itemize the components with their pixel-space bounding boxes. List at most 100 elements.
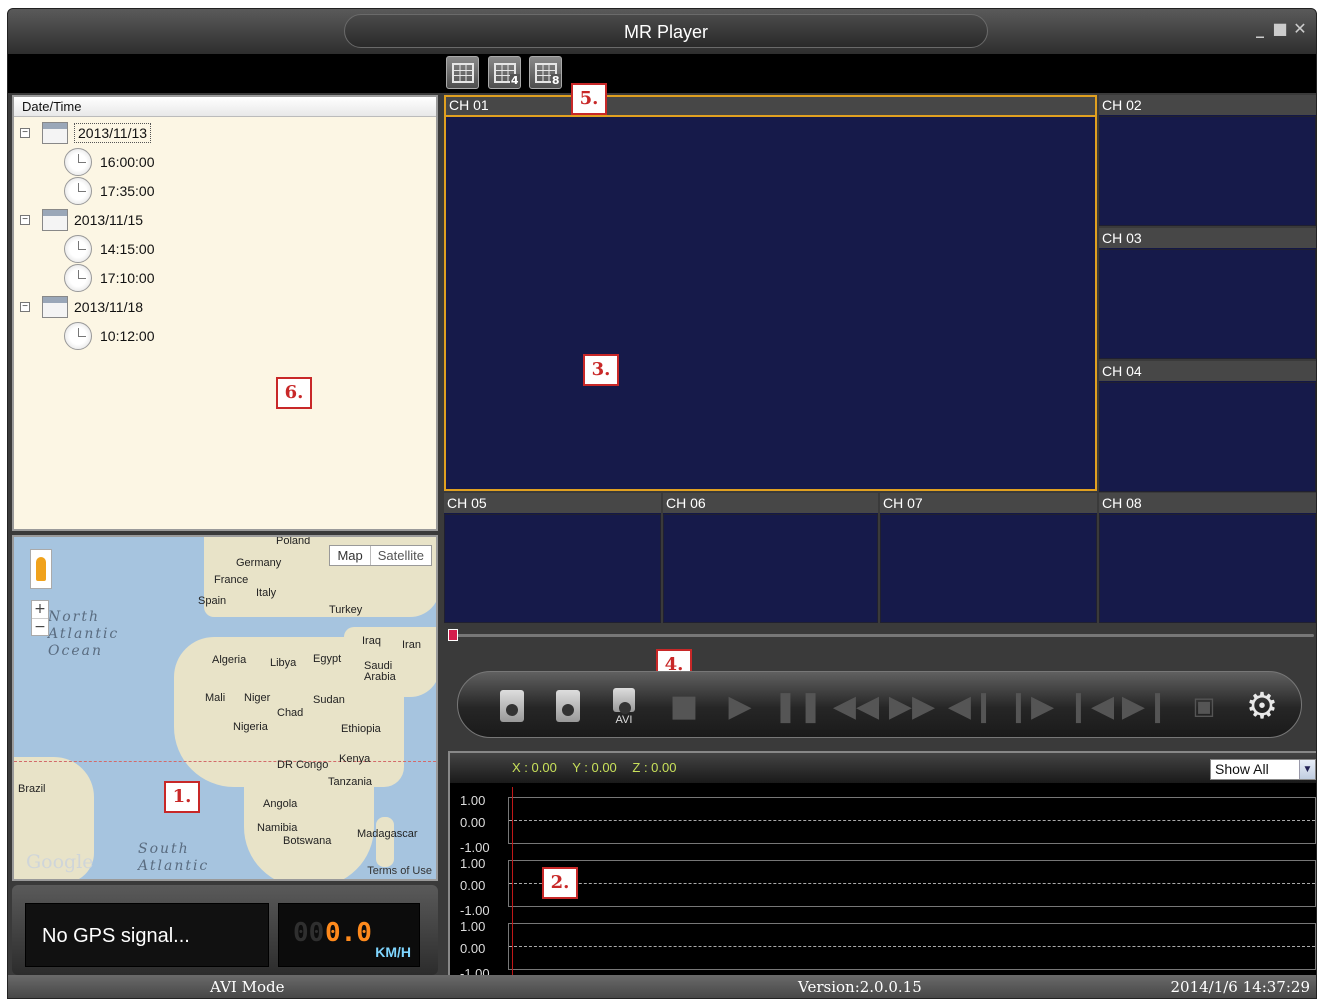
video-view[interactable] (444, 514, 661, 623)
hard-disk-icon (500, 690, 524, 722)
window-title: MR Player (344, 14, 988, 48)
video-view[interactable] (1099, 514, 1316, 623)
ocean-label: North Atlantic Ocean (48, 609, 120, 659)
collapse-icon[interactable]: − (20, 128, 30, 138)
open-disk-button[interactable] (492, 684, 532, 728)
video-view[interactable] (663, 514, 878, 623)
video-view[interactable] (1099, 249, 1316, 359)
channel-8[interactable]: CH 08 (1099, 493, 1316, 623)
video-grid: CH 01 3. CH 02 CH 03 CH 04 CH 05 CH 06 C… (444, 95, 1316, 625)
calendar-icon (42, 209, 68, 231)
channel-4[interactable]: CH 04 (1099, 361, 1316, 492)
map-label: Mali (205, 692, 226, 704)
channel-5[interactable]: CH 05 (444, 493, 661, 623)
layout-toolbar: 4 8 (8, 54, 1316, 93)
pause-icon: ❚❚ (772, 688, 824, 724)
map-button[interactable]: Map (330, 546, 369, 565)
map-label: Algeria (212, 654, 247, 666)
axis-filter-select[interactable]: Show All ▼ (1210, 759, 1316, 780)
fast-forward-button[interactable]: ▶▶ (889, 684, 935, 728)
step-back-icon: ◀❙ (947, 688, 997, 724)
grid-4-icon: 4 (493, 62, 520, 87)
channel-label: CH 08 (1099, 493, 1316, 513)
maximize-icon[interactable]: ■ (1272, 21, 1288, 37)
satellite-button[interactable]: Satellite (369, 546, 431, 565)
equator-line (14, 761, 436, 762)
map-label: Brazil (18, 783, 46, 795)
rewind-button[interactable]: ◀◀ (833, 684, 879, 728)
tree-date-item[interactable]: − 2013/11/15 (20, 206, 143, 234)
time-cursor[interactable] (512, 787, 513, 976)
zoom-in-button[interactable]: + (32, 601, 48, 618)
callout-2: 2. (542, 867, 578, 899)
seek-track[interactable] (452, 634, 1314, 637)
collapse-icon[interactable]: − (20, 302, 30, 312)
layout-4-button[interactable]: 4 (488, 56, 521, 89)
channel-2[interactable]: CH 02 (1099, 95, 1316, 226)
clock-icon (64, 235, 92, 263)
video-view[interactable] (880, 514, 1097, 623)
tree-time-item[interactable]: 14:15:00 (64, 235, 155, 263)
street-view-pegman-icon[interactable] (30, 549, 52, 589)
tree-time-label: 17:10:00 (100, 270, 155, 286)
channel-3[interactable]: CH 03 (1099, 228, 1316, 359)
stop-button[interactable]: ■ (664, 684, 704, 728)
tree-time-label: 14:15:00 (100, 241, 155, 257)
zero-line (509, 820, 1315, 821)
step-back-button[interactable]: ◀❙ (948, 684, 996, 728)
minimize-icon[interactable]: _ (1252, 21, 1268, 37)
convert-avi-button[interactable]: AVI (604, 684, 644, 728)
speedometer: 00 0.0 KM/H (278, 903, 420, 967)
next-button[interactable]: ▶❙ (1122, 684, 1170, 728)
close-icon[interactable]: ✕ (1292, 21, 1308, 37)
tree-time-item[interactable]: 17:10:00 (64, 264, 155, 292)
tree-date-item[interactable]: − 2013/11/18 (20, 293, 143, 321)
map-label: Sudan (313, 694, 345, 706)
previous-button[interactable]: ❙◀ (1066, 684, 1114, 728)
y-axis-label: 1.00 (460, 856, 486, 871)
seek-thumb[interactable] (448, 629, 458, 641)
plot-area (508, 860, 1316, 907)
speed-dim-digits: 00 (293, 918, 325, 948)
channel-7[interactable]: CH 07 (880, 493, 1097, 623)
pause-button[interactable]: ❚❚ (773, 684, 823, 728)
step-forward-button[interactable]: ❙▶ (1006, 684, 1054, 728)
map-view[interactable]: Poland Germany France Italy Spain Turkey… (12, 535, 438, 881)
map-label: Namibia (257, 822, 298, 834)
video-view[interactable] (1099, 116, 1316, 226)
y-axis-label: 0.00 (460, 878, 486, 893)
left-panel: Date/Time − 2013/11/13 16:00:00 17:35:00… (12, 95, 438, 975)
tree-time-item[interactable]: 17:35:00 (64, 177, 155, 205)
map-label: Madagascar (357, 828, 418, 840)
map-label: Spain (198, 595, 227, 607)
layout-8-button[interactable]: 8 (529, 56, 562, 89)
collapse-icon[interactable]: − (20, 215, 30, 225)
grid-icon (451, 62, 474, 83)
channel-1[interactable]: CH 01 3. (444, 95, 1097, 491)
title-bar[interactable]: MR Player _ ■ ✕ (8, 9, 1316, 54)
datetime-status: 2014/1/6 14:37:29 (1170, 978, 1310, 996)
tree-date-item[interactable]: − 2013/11/13 (20, 119, 152, 147)
layout-1x1-button[interactable] (446, 56, 479, 89)
zoom-out-button[interactable]: − (32, 618, 48, 635)
google-logo: Google (26, 851, 94, 873)
map-label: Iraq (362, 635, 381, 647)
tree-time-item[interactable]: 10:12:00 (64, 322, 155, 350)
tree-header[interactable]: Date/Time (14, 97, 436, 117)
tree-time-item[interactable]: 16:00:00 (64, 148, 155, 176)
snapshot-button[interactable]: ▣ (1184, 684, 1224, 728)
map-label: Chad (277, 707, 304, 719)
seek-bar[interactable] (448, 629, 1314, 641)
gps-panel: No GPS signal... 00 0.0 KM/H (12, 885, 438, 975)
window-controls: _ ■ ✕ (1252, 21, 1308, 37)
chevron-down-icon[interactable]: ▼ (1299, 760, 1315, 779)
channel-6[interactable]: CH 06 (663, 493, 878, 623)
y-axis-label: 1.00 (460, 793, 486, 808)
ocean-label: South Atlantic (138, 841, 210, 874)
play-button[interactable]: ▶ (720, 684, 760, 728)
terms-link[interactable]: Terms of Use (367, 865, 432, 877)
video-view[interactable] (1099, 382, 1316, 492)
settings-button[interactable]: ⚙ (1240, 684, 1284, 728)
open-avi-disk-button[interactable] (548, 684, 588, 728)
video-view[interactable] (444, 115, 1097, 491)
